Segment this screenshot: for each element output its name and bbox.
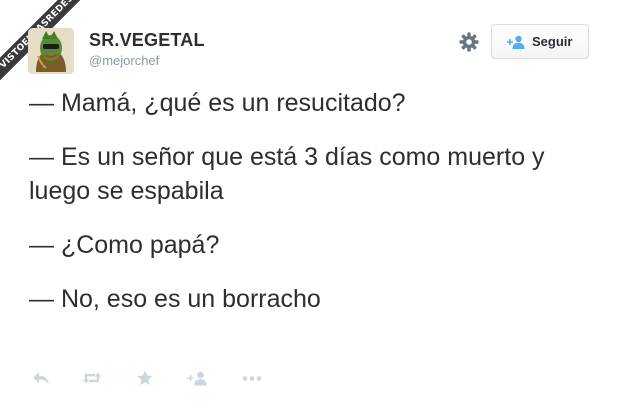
author-handle[interactable]: @mejorchef xyxy=(89,53,159,68)
tweet-card: VISTOENLASREDES SR.VEGETAL @mejorchef xyxy=(0,0,618,410)
avatar-image-icon xyxy=(28,28,74,74)
retweet-icon[interactable] xyxy=(81,366,103,390)
follow-icon[interactable] xyxy=(187,366,209,390)
tweet-line: — Es un señor que está 3 días como muert… xyxy=(29,143,545,205)
tweet-line: — No, eso es un borracho xyxy=(29,285,321,313)
follow-button[interactable]: Seguir xyxy=(491,24,589,59)
tweet-line: — Mamá, ¿qué es un resucitado? xyxy=(29,89,406,117)
add-person-icon xyxy=(507,35,525,49)
card-bottom xyxy=(0,400,618,410)
avatar[interactable] xyxy=(28,28,74,74)
tweet-actions xyxy=(0,366,618,390)
reply-icon[interactable] xyxy=(31,366,51,390)
more-icon[interactable] xyxy=(241,366,263,390)
tweet-text: — Mamá, ¿qué es un resucitado? — Es un s… xyxy=(29,86,599,336)
author-name[interactable]: SR.VEGETAL xyxy=(89,30,205,51)
follow-label: Seguir xyxy=(532,34,573,49)
gear-icon[interactable] xyxy=(458,31,480,53)
favorite-icon[interactable] xyxy=(136,366,154,390)
tweet-line: — ¿Como papá? xyxy=(29,231,220,259)
